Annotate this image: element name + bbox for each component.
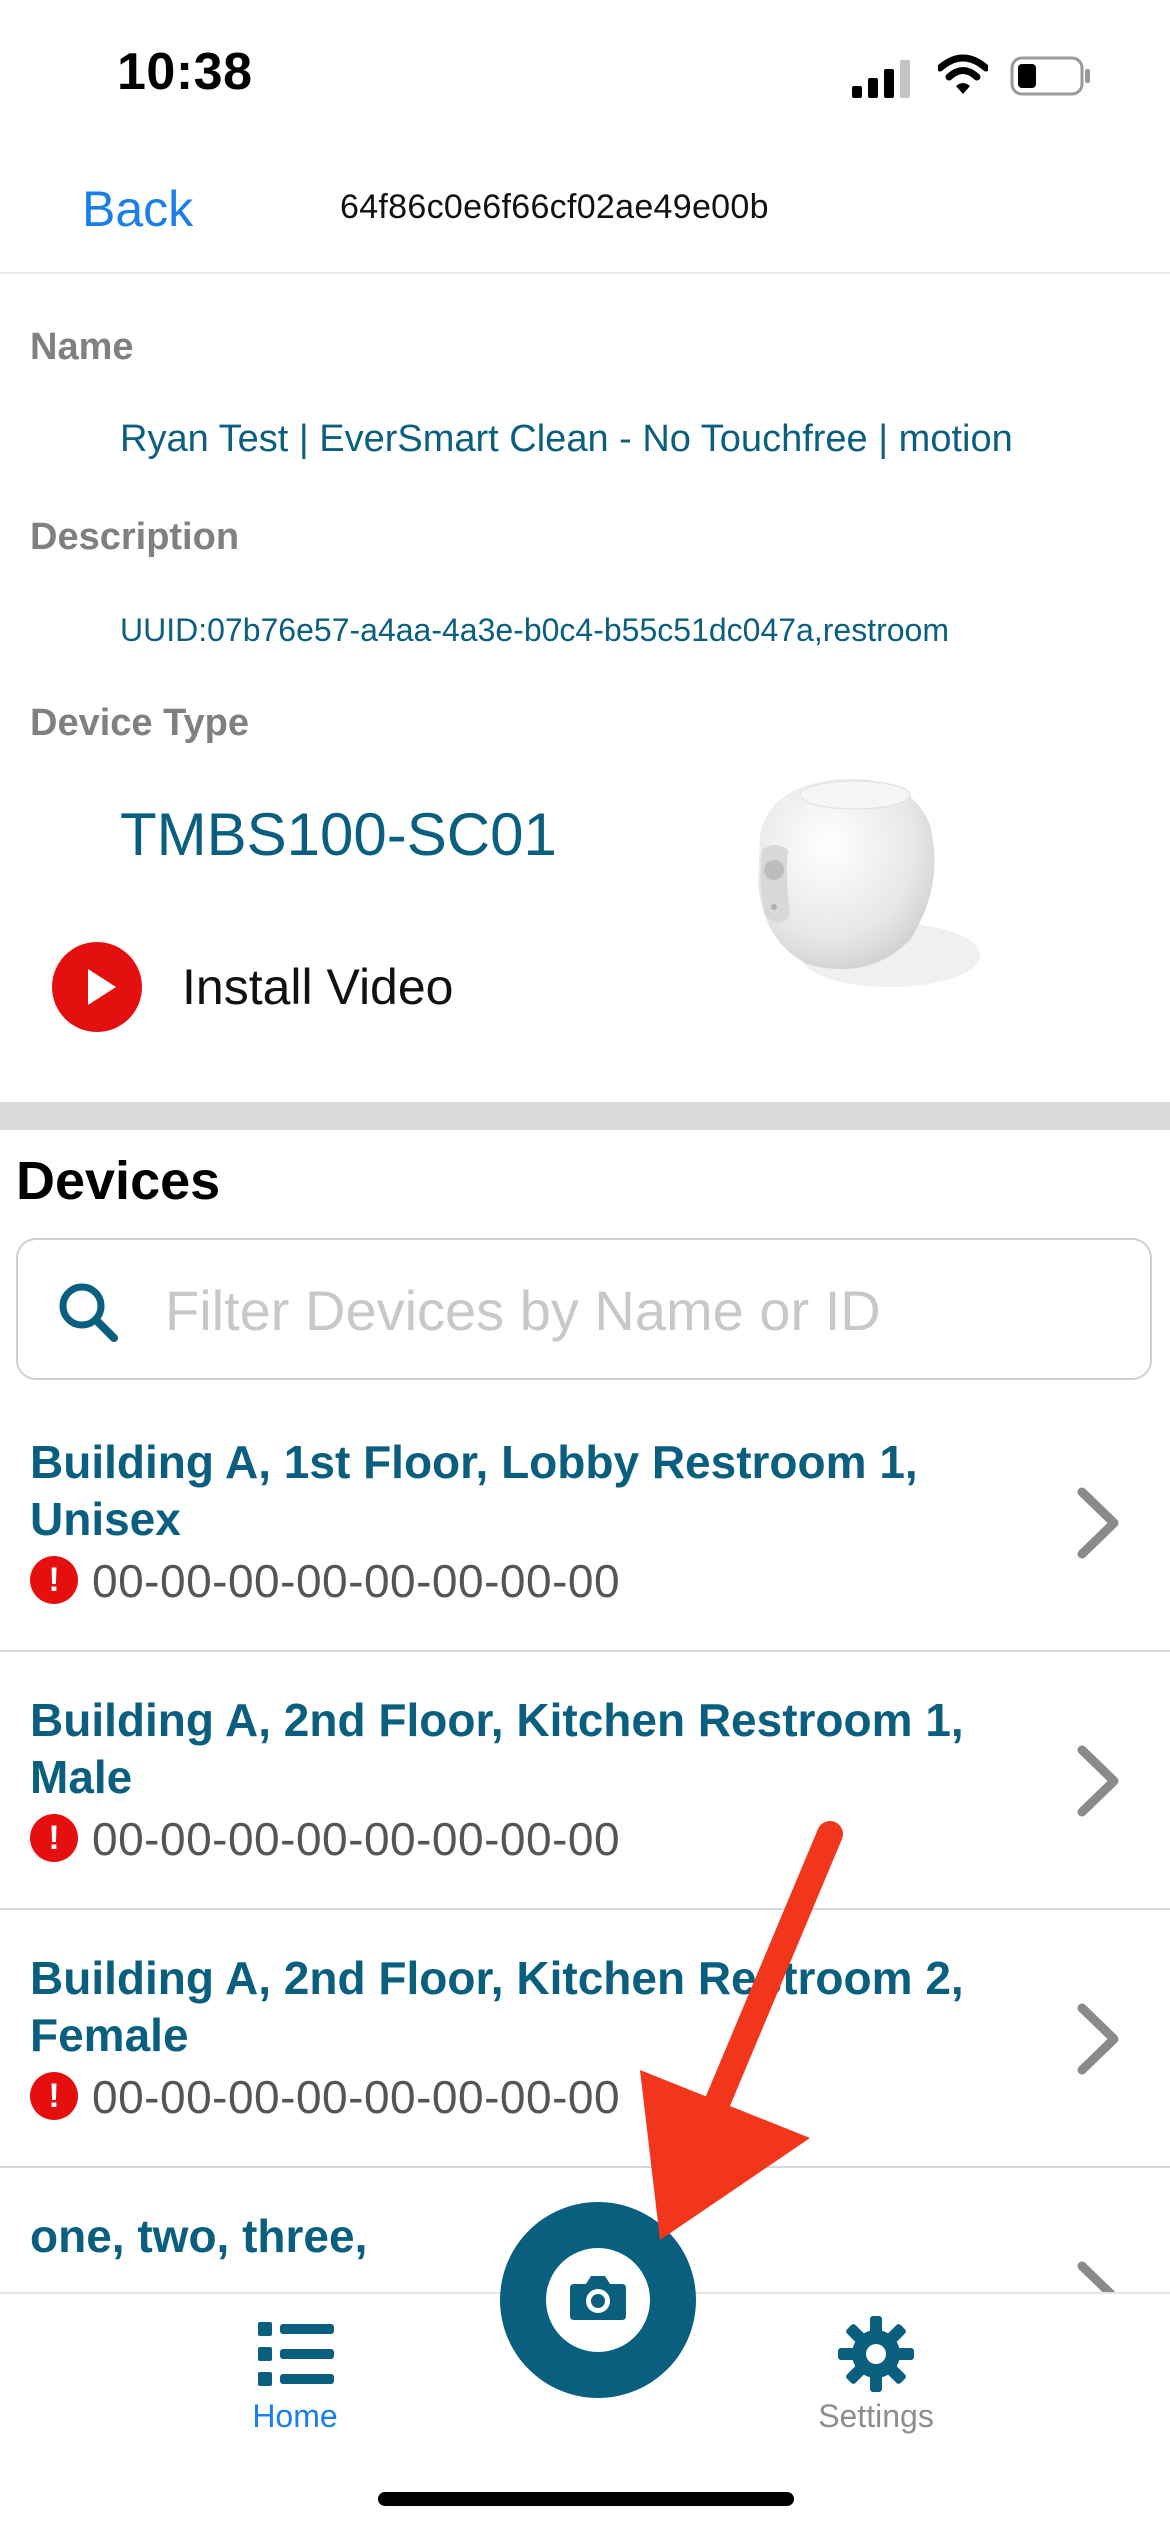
wifi-icon: [938, 54, 988, 94]
status-time: 10:38: [117, 43, 253, 101]
arrow-annotation: [640, 1821, 843, 2240]
name-value: Ryan Test | EverSmart Clean - No Touchfr…: [120, 418, 1013, 460]
tab-home[interactable]: Home: [230, 2398, 360, 2435]
devices-heading: Devices: [16, 1151, 221, 1211]
error-icon: !: [30, 2072, 78, 2120]
search-icon: [59, 1283, 118, 1342]
chevron-right-icon: [1077, 2003, 1119, 2075]
description-value: UUID:07b76e57-a4aa-4a3e-b0c4-b55c51dc047…: [120, 612, 949, 648]
camera-icon: [570, 2276, 626, 2320]
device-id: 00-00-00-00-00-00-00-00: [92, 1813, 621, 1865]
device-name: Building A, 1st Floor, Lobby Restroom 1,…: [30, 1436, 918, 1545]
device-image: [758, 778, 980, 987]
page-title: 64f86c0e6f66cf02ae49e00b: [340, 188, 769, 226]
device-row[interactable]: Building A, 2nd Floor, Kitchen Restroom …: [0, 1652, 1170, 1910]
battery-icon: [1010, 56, 1090, 96]
install-video-link[interactable]: Install Video: [182, 958, 453, 1016]
install-video-play-icon[interactable]: [52, 942, 142, 1032]
device-name: Building A, 2nd Floor, Kitchen Restroom …: [30, 1694, 964, 1803]
error-icon: !: [30, 1814, 78, 1862]
list-icon[interactable]: [258, 2322, 334, 2386]
device-id: 00-00-00-00-00-00-00-00: [92, 2071, 621, 2123]
device-id: 00-00-00-00-00-00-00-00: [92, 1555, 621, 1607]
search-input[interactable]: [165, 1262, 1105, 1358]
device-row[interactable]: Building A, 1st Floor, Lobby Restroom 1,…: [0, 1394, 1170, 1652]
name-label: Name: [30, 326, 134, 368]
gear-icon[interactable]: [838, 2316, 914, 2392]
nav-divider: [0, 272, 1170, 274]
chevron-right-icon: [1077, 1745, 1119, 1817]
description-label: Description: [30, 516, 240, 558]
home-indicator: [378, 2492, 794, 2506]
error-icon: !: [30, 1556, 78, 1604]
back-button[interactable]: Back: [82, 180, 193, 238]
tab-settings[interactable]: Settings: [800, 2398, 952, 2435]
device-row[interactable]: Building A, 2nd Floor, Kitchen Restroom …: [0, 1910, 1170, 2168]
section-separator: [0, 1102, 1170, 1130]
chevron-right-icon: [1077, 1487, 1119, 1559]
device-type-value: TMBS100-SC01: [120, 801, 557, 868]
device-type-label: Device Type: [30, 702, 249, 744]
signal-icon: [852, 60, 910, 98]
